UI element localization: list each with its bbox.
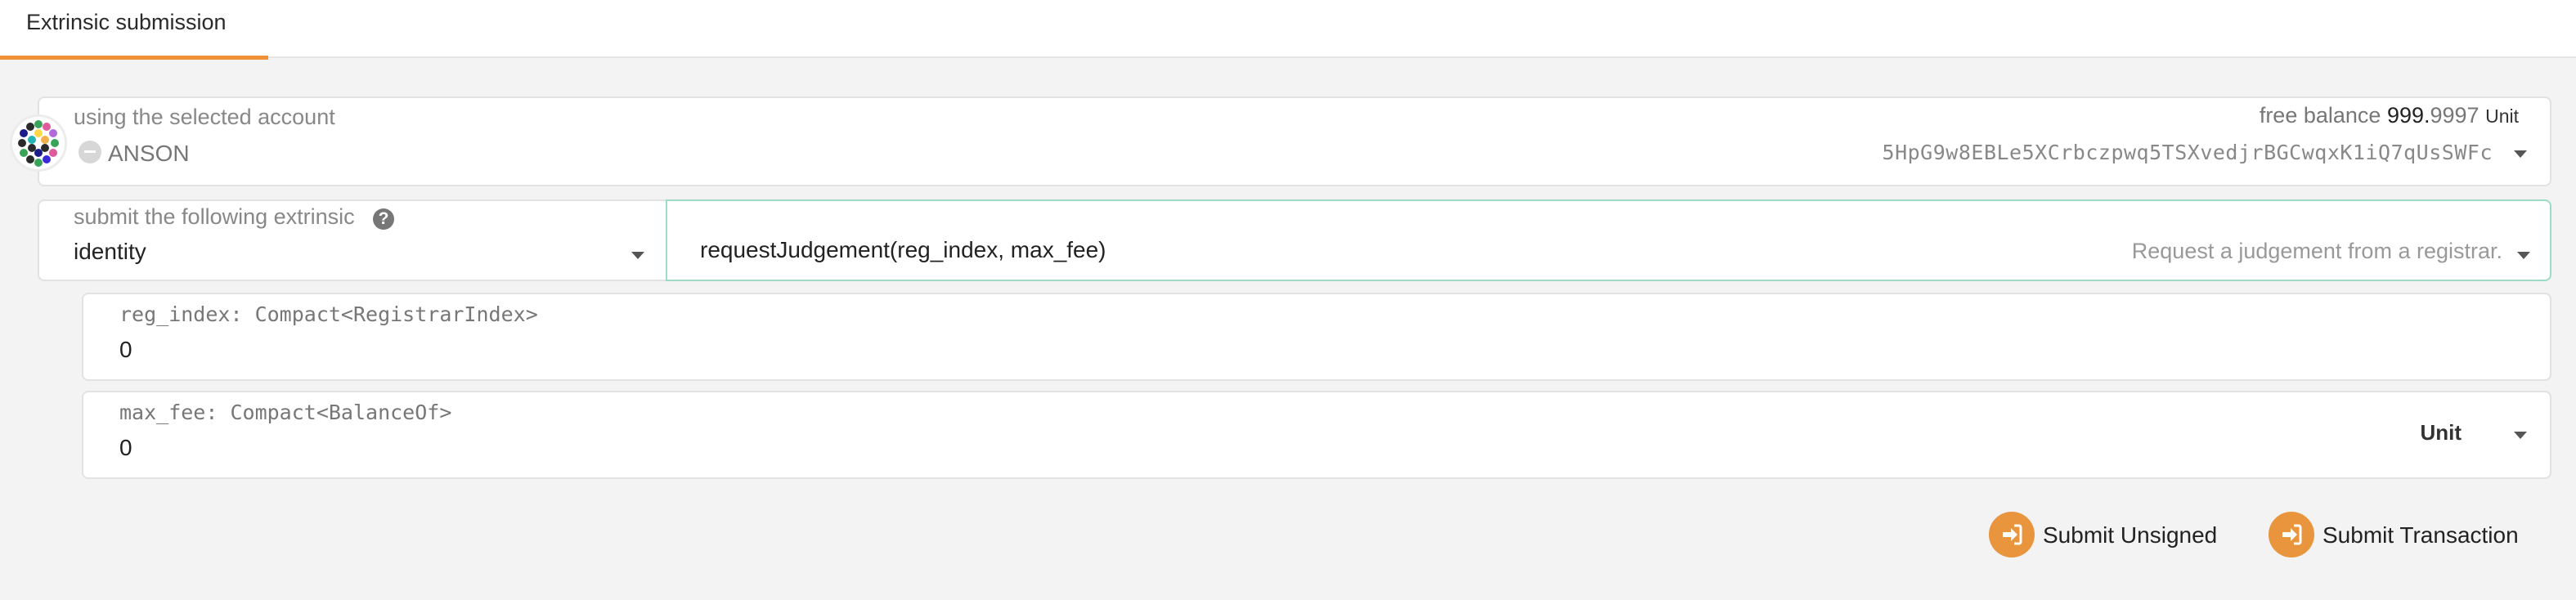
unit-select[interactable]: Unit <box>2420 420 2462 446</box>
balance-integer: 999. <box>2386 103 2430 128</box>
extrinsic-label: submit the following extrinsic <box>74 204 355 229</box>
sign-in-icon <box>1989 512 2035 557</box>
tab-bar: Extrinsic submission <box>0 0 2576 60</box>
pallet-selector[interactable]: submit the following extrinsic ? identit… <box>38 199 667 281</box>
sign-in-icon <box>2269 512 2314 557</box>
account-name: ANSON <box>108 141 190 166</box>
button-label: Submit Transaction <box>2322 522 2519 548</box>
balance-fraction: 9997 <box>2430 103 2480 128</box>
param-label: max_fee: Compact<BalanceOf> <box>119 401 452 424</box>
identicon-avatar <box>10 114 67 172</box>
account-selector[interactable]: using the selected account ANSON free ba… <box>38 96 2551 186</box>
chevron-down-icon[interactable] <box>2517 252 2530 259</box>
method-selector[interactable]: requestJudgement(reg_index, max_fee) Req… <box>666 199 2551 281</box>
tab-extrinsic-submission[interactable]: Extrinsic submission <box>0 0 268 60</box>
param-max-fee[interactable]: max_fee: Compact<BalanceOf> 0 Unit <box>82 391 2551 479</box>
reg-index-input[interactable]: 0 <box>119 337 132 363</box>
chevron-down-icon[interactable] <box>2514 150 2527 158</box>
chevron-down-icon[interactable] <box>631 252 644 259</box>
question-circle-icon[interactable]: ? <box>373 208 394 230</box>
chevron-down-icon[interactable] <box>2514 432 2527 439</box>
param-label: reg_index: Compact<RegistrarIndex> <box>119 302 538 326</box>
balance-unit: Unit <box>2485 105 2519 127</box>
method-description: Request a judgement from a registrar. <box>2131 239 2502 263</box>
param-reg-index[interactable]: reg_index: Compact<RegistrarIndex> 0 <box>82 293 2551 381</box>
account-address: 5HpG9w8EBLe5XCrbczpwq5TSXvedjrBGCwqxK1iQ… <box>1882 141 2493 164</box>
button-label: Submit Unsigned <box>2043 522 2218 548</box>
free-balance: free balance 999.9997 Unit <box>2260 103 2519 128</box>
balance-label: free balance <box>2259 103 2381 128</box>
max-fee-input[interactable]: 0 <box>119 435 132 461</box>
account-label: using the selected account <box>74 105 335 129</box>
submit-transaction-button[interactable]: Submit Transaction <box>2269 510 2530 559</box>
submit-unsigned-button[interactable]: Submit Unsigned <box>1989 510 2234 559</box>
method-value: requestJudgement(reg_index, max_fee) <box>700 237 1106 262</box>
minus-icon[interactable] <box>79 141 101 163</box>
tab-label: Extrinsic submission <box>26 10 227 34</box>
pallet-value: identity <box>74 239 146 264</box>
